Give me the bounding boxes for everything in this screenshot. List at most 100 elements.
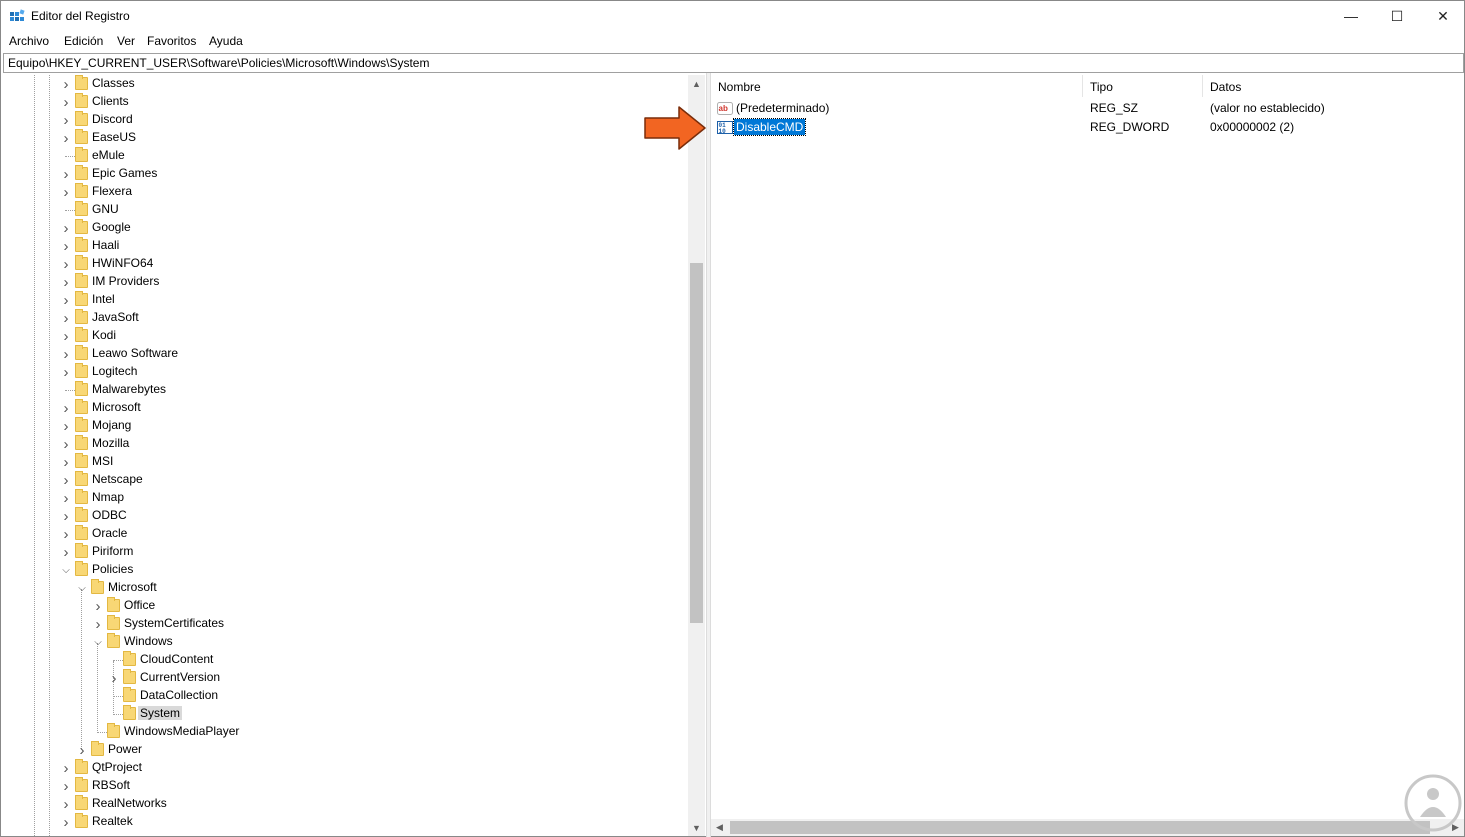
chevron-right-icon[interactable]: ›: [61, 525, 71, 543]
values-horizontal-scrollbar[interactable]: ◀ ▶: [711, 819, 1464, 836]
chevron-right-icon[interactable]: ›: [61, 255, 71, 273]
tree-item[interactable]: › Mojang: [3, 417, 688, 435]
chevron-right-icon[interactable]: ›: [61, 75, 71, 93]
key-tree-pane[interactable]: › Classes › Clients › Discord › EaseUS eMule › Epi…: [3, 75, 707, 836]
title-bar[interactable]: Editor del Registro — ☐ ✕: [1, 1, 1464, 31]
tree-item[interactable]: › SystemCertificates: [3, 615, 688, 633]
values-list-pane[interactable]: Nombre Tipo Datos ab (Predeterminado) RE…: [711, 75, 1464, 836]
tree-item[interactable]: › Nmap: [3, 489, 688, 507]
tree-scroll-thumb[interactable]: [690, 263, 703, 623]
chevron-right-icon[interactable]: ›: [61, 93, 71, 111]
tree-vertical-scrollbar[interactable]: ▲ ▼: [688, 75, 705, 836]
tree-item[interactable]: ⌵ Policies: [3, 561, 688, 579]
chevron-right-icon[interactable]: ›: [61, 165, 71, 183]
tree-item[interactable]: › HWiNFO64: [3, 255, 688, 273]
chevron-right-icon[interactable]: ›: [61, 417, 71, 435]
tree-item[interactable]: › RBSoft: [3, 777, 688, 795]
tree-item[interactable]: › MSI: [3, 453, 688, 471]
tree-item[interactable]: › Haali: [3, 237, 688, 255]
tree-item[interactable]: › Mozilla: [3, 435, 688, 453]
chevron-right-icon[interactable]: ›: [61, 489, 71, 507]
chevron-right-icon[interactable]: ›: [61, 435, 71, 453]
chevron-down-icon[interactable]: ⌵: [61, 561, 71, 579]
chevron-right-icon[interactable]: ›: [61, 327, 71, 345]
tree-item[interactable]: › Power: [3, 741, 688, 759]
tree-item[interactable]: › Logitech: [3, 363, 688, 381]
column-header-name[interactable]: Nombre: [711, 75, 1083, 97]
chevron-right-icon[interactable]: ›: [61, 183, 71, 201]
maximize-button[interactable]: ☐: [1374, 1, 1420, 31]
tree-item[interactable]: Malwarebytes: [3, 381, 688, 399]
chevron-right-icon[interactable]: ›: [61, 309, 71, 327]
menu-archivo[interactable]: Archivo: [9, 34, 49, 48]
tree-item[interactable]: ⌵ Windows: [3, 633, 688, 651]
tree-item[interactable]: › Google: [3, 219, 688, 237]
chevron-right-icon[interactable]: ›: [109, 669, 119, 687]
tree-item[interactable]: › Leawo Software: [3, 345, 688, 363]
tree-item[interactable]: › Oracle: [3, 525, 688, 543]
chevron-right-icon[interactable]: ›: [61, 813, 71, 831]
tree-item[interactable]: › Epic Games: [3, 165, 688, 183]
tree-item[interactable]: eMule: [3, 147, 688, 165]
tree-item[interactable]: › Netscape: [3, 471, 688, 489]
chevron-right-icon[interactable]: ›: [61, 777, 71, 795]
chevron-right-icon[interactable]: ›: [61, 399, 71, 417]
menu-ayuda[interactable]: Ayuda: [209, 34, 243, 48]
chevron-right-icon[interactable]: ›: [61, 759, 71, 777]
tree-item[interactable]: › Realtek: [3, 813, 688, 831]
scroll-up-arrow-icon[interactable]: ▲: [688, 75, 705, 92]
tree-item[interactable]: › IM Providers: [3, 273, 688, 291]
chevron-right-icon[interactable]: ›: [61, 363, 71, 381]
tree-item[interactable]: › Discord: [3, 111, 688, 129]
chevron-right-icon[interactable]: ›: [61, 507, 71, 525]
tree-item[interactable]: CloudContent: [3, 651, 688, 669]
tree-item[interactable]: › QtProject: [3, 759, 688, 777]
chevron-right-icon[interactable]: ›: [61, 291, 71, 309]
menu-edicion[interactable]: Edición: [64, 34, 103, 48]
tree-item[interactable]: › Clients: [3, 93, 688, 111]
value-row[interactable]: ab (Predeterminado) REG_SZ (valor no est…: [711, 99, 1464, 118]
chevron-right-icon[interactable]: ›: [61, 129, 71, 147]
tree-item[interactable]: › CurrentVersion: [3, 669, 688, 687]
tree-item[interactable]: › Classes: [3, 75, 688, 93]
address-bar[interactable]: Equipo\HKEY_CURRENT_USER\Software\Polici…: [3, 53, 1464, 73]
column-header-data[interactable]: Datos: [1203, 75, 1464, 97]
tree-item[interactable]: › Piriform: [3, 543, 688, 561]
tree-item[interactable]: › Intel: [3, 291, 688, 309]
tree-item[interactable]: System: [3, 705, 688, 723]
values-scroll-thumb[interactable]: [730, 821, 1430, 834]
tree-item[interactable]: DataCollection: [3, 687, 688, 705]
chevron-right-icon[interactable]: ›: [61, 795, 71, 813]
chevron-right-icon[interactable]: ›: [61, 543, 71, 561]
scroll-down-arrow-icon[interactable]: ▼: [688, 819, 705, 836]
chevron-down-icon[interactable]: ⌵: [77, 579, 87, 597]
tree-item[interactable]: › Kodi: [3, 327, 688, 345]
chevron-right-icon[interactable]: ›: [61, 111, 71, 129]
scroll-left-arrow-icon[interactable]: ◀: [711, 819, 728, 836]
tree-item[interactable]: › Microsoft: [3, 399, 688, 417]
tree-item[interactable]: ⌵ Microsoft: [3, 579, 688, 597]
chevron-down-icon[interactable]: ⌵: [93, 633, 103, 651]
tree-item[interactable]: › Flexera: [3, 183, 688, 201]
tree-item[interactable]: › Office: [3, 597, 688, 615]
chevron-right-icon[interactable]: ›: [61, 453, 71, 471]
close-button[interactable]: ✕: [1420, 1, 1465, 31]
chevron-right-icon[interactable]: ›: [93, 615, 103, 633]
chevron-right-icon[interactable]: ›: [61, 237, 71, 255]
column-header-type[interactable]: Tipo: [1083, 75, 1203, 97]
value-row[interactable]: 01 10 DisableCMD REG_DWORD 0x00000002 (2…: [711, 118, 1464, 137]
menu-ver[interactable]: Ver: [117, 34, 135, 48]
menu-favoritos[interactable]: Favoritos: [147, 34, 196, 48]
tree-item[interactable]: › JavaSoft: [3, 309, 688, 327]
tree-item[interactable]: › RealNetworks: [3, 795, 688, 813]
tree-item[interactable]: WindowsMediaPlayer: [3, 723, 688, 741]
chevron-right-icon[interactable]: ›: [61, 471, 71, 489]
tree-item[interactable]: › EaseUS: [3, 129, 688, 147]
minimize-button[interactable]: —: [1328, 1, 1374, 31]
chevron-right-icon[interactable]: ›: [93, 597, 103, 615]
chevron-right-icon[interactable]: ›: [61, 273, 71, 291]
tree-item[interactable]: › ODBC: [3, 507, 688, 525]
chevron-right-icon[interactable]: ›: [61, 219, 71, 237]
tree-item[interactable]: GNU: [3, 201, 688, 219]
chevron-right-icon[interactable]: ›: [77, 741, 87, 759]
